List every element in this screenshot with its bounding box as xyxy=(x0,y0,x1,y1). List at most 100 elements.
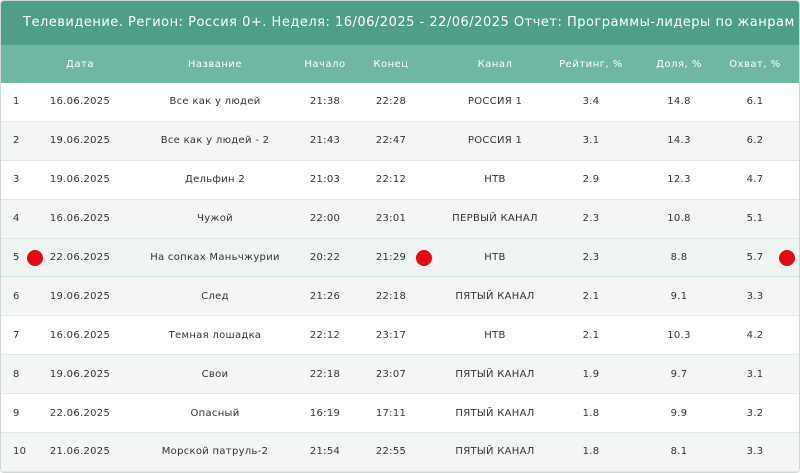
row-share: 8.8 xyxy=(670,252,688,263)
table-row[interactable]: 6 19.06.2025 След 21:26 22:18 ПЯТЫЙ КАНАЛ 2.1 9… xyxy=(1,277,799,317)
row-end: 23:07 xyxy=(375,368,407,380)
row-end: 22:28 xyxy=(375,96,407,108)
row-name: Чужой xyxy=(197,213,233,225)
row-end: 17:11 xyxy=(375,407,407,419)
row-number: 6 xyxy=(13,290,20,302)
row-number: 3 xyxy=(13,174,20,186)
row-end: 21:29 xyxy=(375,252,407,263)
row-channel: РОССИЯ 1 xyxy=(467,96,523,108)
highlight-marker-dot xyxy=(27,249,43,266)
row-date: 22.06.2025 xyxy=(49,407,111,419)
row-date: 21.06.2025 xyxy=(49,446,111,458)
row-share: 12.3 xyxy=(667,174,691,186)
row-date: 19.06.2025 xyxy=(49,290,111,302)
table-row[interactable]: 2 19.06.2025 Все как у людей - 2 21:43 22:47… xyxy=(1,121,799,161)
row-end: 22:12 xyxy=(375,174,407,186)
row-channel: ПЯТЫЙ КАНАЛ xyxy=(455,368,535,380)
highlight-marker-dot xyxy=(416,249,432,266)
header-rating[interactable]: Рейтинг, % xyxy=(551,59,631,70)
row-name: Морской патруль-2 xyxy=(161,446,269,458)
row-rating: 1.8 xyxy=(582,446,600,458)
row-share: 14.8 xyxy=(667,96,691,108)
table-row[interactable]: 4 16.06.2025 Чужой 22:00 23:01 ПЕРВЫЙ КАНАЛ 2.… xyxy=(1,199,799,239)
table-header: Дата Название Начало Конец Канал Рейтинг… xyxy=(1,45,799,83)
row-name: Все как у людей - 2 xyxy=(160,135,270,147)
table-row[interactable]: 1 16.06.2025 Все как у людей 21:38 22:28 РОСС… xyxy=(1,83,799,122)
row-end: 23:17 xyxy=(375,329,407,341)
row-start: 22:12 xyxy=(309,329,341,341)
row-end: 22:18 xyxy=(375,290,407,302)
header-channel[interactable]: Канал xyxy=(421,59,569,70)
row-share: 10.8 xyxy=(667,213,691,225)
row-rating: 2.1 xyxy=(582,329,600,341)
highlight-marker-dot xyxy=(779,249,795,266)
table-row[interactable]: 5 22.06.2025 На сопках Маньчжурии 20:22 21:2… xyxy=(1,238,799,278)
row-channel: НТВ xyxy=(484,252,506,263)
row-reach: 3.1 xyxy=(746,368,764,380)
row-number: 2 xyxy=(13,135,20,147)
row-rating: 2.3 xyxy=(582,213,600,225)
row-share: 8.1 xyxy=(670,446,688,458)
row-number: 7 xyxy=(13,329,20,341)
row-channel: ПЯТЫЙ КАНАЛ xyxy=(455,446,535,458)
row-rating: 2.1 xyxy=(582,290,600,302)
row-start: 22:00 xyxy=(309,213,341,225)
row-channel: ПЯТЫЙ КАНАЛ xyxy=(455,407,535,419)
table-row[interactable]: 9 22.06.2025 Опасный 16:19 17:11 ПЯТЫЙ КАНАЛ 1… xyxy=(1,394,799,434)
row-reach: 6.1 xyxy=(746,96,764,108)
row-reach: 5.1 xyxy=(746,213,764,225)
row-number: 4 xyxy=(13,213,20,225)
row-reach: 3.3 xyxy=(746,446,764,458)
row-share: 10.3 xyxy=(667,329,691,341)
report-title: Телевидение. Регион: Россия 0+. Неделя: … xyxy=(1,1,799,45)
row-channel: НТВ xyxy=(484,174,506,186)
row-rating: 1.8 xyxy=(582,407,600,419)
row-reach: 4.7 xyxy=(746,174,764,186)
row-rating: 3.4 xyxy=(582,96,600,108)
row-reach: 3.3 xyxy=(746,290,764,302)
table-row[interactable]: 7 16.06.2025 Темная лошадка 22:12 23:17 НТВ 2.… xyxy=(1,316,799,356)
header-date[interactable]: Дата xyxy=(35,59,125,70)
header-reach[interactable]: Охват, % xyxy=(715,59,795,70)
row-start: 21:43 xyxy=(309,135,341,147)
row-start: 21:26 xyxy=(309,290,341,302)
table-row[interactable]: 8 19.06.2025 Свои 22:18 23:07 ПЯТЫЙ КАНАЛ 1.9 9… xyxy=(1,355,799,395)
row-channel: РОССИЯ 1 xyxy=(467,135,523,147)
row-date: 19.06.2025 xyxy=(49,368,111,380)
row-number: 1 xyxy=(13,96,20,108)
row-date: 16.06.2025 xyxy=(49,96,111,108)
row-start: 21:38 xyxy=(309,96,341,108)
row-start: 22:18 xyxy=(309,368,341,380)
row-start: 21:54 xyxy=(309,446,341,458)
row-start: 16:19 xyxy=(309,407,341,419)
row-channel: ПЯТЫЙ КАНАЛ xyxy=(455,290,535,302)
header-start[interactable]: Начало xyxy=(303,59,347,70)
row-number: 9 xyxy=(13,407,20,419)
row-share: 9.9 xyxy=(670,407,688,419)
row-number: 8 xyxy=(13,368,20,380)
header-end[interactable]: Конец xyxy=(367,59,415,70)
row-name: Опасный xyxy=(190,407,240,419)
header-name[interactable]: Название xyxy=(125,59,305,70)
table-body: 1 16.06.2025 Все как у людей 21:38 22:28 РОСС… xyxy=(1,83,799,472)
report-window: Телевидение. Регион: Россия 0+. Неделя: … xyxy=(0,0,800,473)
row-reach: 6.2 xyxy=(746,135,764,147)
row-end: 23:01 xyxy=(375,213,407,225)
row-date: 16.06.2025 xyxy=(49,329,111,341)
header-share[interactable]: Доля, % xyxy=(639,59,719,70)
row-share: 14.3 xyxy=(667,135,691,147)
row-number: 10 xyxy=(13,446,27,458)
row-reach: 3.2 xyxy=(746,407,764,419)
table-row[interactable]: 3 19.06.2025 Дельфин 2 21:03 22:12 НТВ 2.9 12.3… xyxy=(1,161,799,200)
row-end: 22:47 xyxy=(375,135,407,147)
row-date: 22.06.2025 xyxy=(49,252,111,263)
row-share: 9.7 xyxy=(670,368,688,380)
row-rating: 1.9 xyxy=(582,368,600,380)
row-name: Дельфин 2 xyxy=(184,174,246,186)
row-rating: 3.1 xyxy=(582,135,600,147)
row-rating: 2.9 xyxy=(582,174,600,186)
table-row[interactable]: 10 21.06.2025 Морской патруль-2 21:54 22:55 П… xyxy=(1,433,799,472)
row-name: Свои xyxy=(201,368,229,380)
row-share: 9.1 xyxy=(670,290,688,302)
row-name: На сопках Маньчжурии xyxy=(150,252,280,263)
